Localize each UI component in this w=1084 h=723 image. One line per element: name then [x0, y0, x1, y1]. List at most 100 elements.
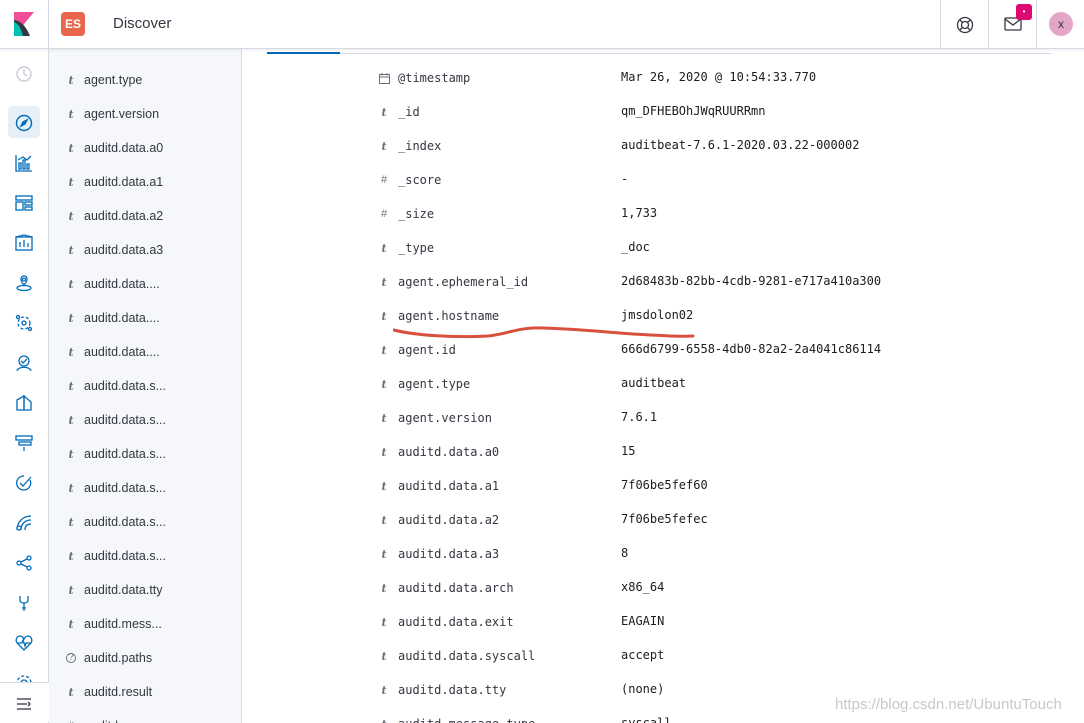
field-list-item[interactable]: t auditd.data.... — [49, 336, 241, 370]
ml-icon — [15, 314, 33, 332]
field-value: (none) — [621, 682, 665, 696]
nav-dashboard[interactable] — [0, 182, 49, 222]
user-menu-button[interactable]: x — [1036, 0, 1084, 49]
calendar-icon — [377, 72, 391, 84]
string-type-icon: t — [68, 584, 74, 597]
field-list-item[interactable]: t auditd.data.s... — [49, 438, 241, 472]
field-value: _doc — [621, 240, 650, 254]
unknown-type-icon: ? — [66, 653, 76, 663]
string-type-icon: t — [68, 618, 74, 631]
table-row[interactable]: t auditd.data.exit EAGAIN — [243, 607, 1084, 641]
table-row[interactable]: t _id qm_DFHEBOhJWqRUURRmn — [243, 97, 1084, 131]
table-row[interactable]: @timestamp Mar 26, 2020 @ 10:54:33.770 — [243, 63, 1084, 97]
table-row[interactable]: t _type _doc — [243, 233, 1084, 267]
field-name: auditd.data.a2 — [84, 209, 164, 223]
field-value: 1,733 — [621, 206, 658, 220]
string-type-icon: t — [68, 108, 74, 121]
table-row[interactable]: t auditd.data.a3 8 — [243, 539, 1084, 573]
field-list-item[interactable]: t auditd.data.s... — [49, 404, 241, 438]
nav-recent[interactable] — [0, 53, 49, 93]
tab-table-active[interactable] — [267, 52, 340, 54]
field-value: 666d6799-6558-4db0-82a2-2a4041c86114 — [621, 342, 882, 356]
string-type-icon: t — [68, 516, 74, 529]
field-name: agent.ephemeral_id — [398, 275, 529, 289]
help-icon — [956, 16, 974, 34]
field-list-item[interactable]: t auditd.mess... — [49, 608, 241, 642]
field-list-item[interactable]: t auditd.data.a2 — [49, 200, 241, 234]
string-type-icon: t — [68, 414, 74, 427]
field-list-item[interactable]: t agent.type — [49, 64, 241, 98]
table-row[interactable]: t auditd.data.a0 15 — [243, 437, 1084, 471]
field-list-item[interactable]: t auditd.data.... — [49, 302, 241, 336]
field-name: _id — [398, 105, 420, 119]
string-type-icon: t — [377, 718, 391, 723]
field-list-item[interactable]: t auditd.data.s... — [49, 540, 241, 574]
devtools-icon — [19, 596, 29, 611]
nav-canvas[interactable] — [0, 222, 49, 262]
nav-discover[interactable] — [0, 102, 49, 142]
nav-siem[interactable] — [0, 502, 49, 542]
nav-logs[interactable] — [0, 382, 49, 422]
visualize-icon — [15, 155, 32, 172]
string-type-icon: t — [381, 582, 387, 595]
nav-uptime[interactable] — [0, 462, 49, 502]
field-list-item[interactable]: t auditd.data.tty — [49, 574, 241, 608]
kibana-logo[interactable] — [0, 0, 49, 49]
compass-icon — [15, 114, 33, 132]
field-name: auditd.data.a1 — [84, 175, 164, 189]
space-avatar[interactable]: ES — [61, 12, 85, 36]
collapse-icon — [17, 698, 31, 710]
field-list-item[interactable]: t auditd.data.... — [49, 268, 241, 302]
nav-dev-tools[interactable] — [0, 582, 49, 622]
metrics-icon — [16, 355, 32, 372]
clock-icon — [16, 66, 32, 82]
nav-collapse[interactable] — [0, 682, 49, 722]
field-name: auditd.data.tty — [84, 583, 163, 597]
help-button[interactable] — [940, 0, 988, 49]
nav-visualize[interactable] — [0, 142, 49, 182]
nav-graph[interactable] — [0, 542, 49, 582]
table-row[interactable]: t agent.ephemeral_id 2d68483b-82bb-4cdb-92… — [243, 267, 1084, 301]
nav-monitoring[interactable] — [0, 622, 49, 662]
field-list-item[interactable]: t auditd.data.s... — [49, 472, 241, 506]
string-type-icon: t — [68, 74, 74, 87]
field-name: agent.hostname — [398, 309, 500, 323]
field-value: x86_64 — [621, 580, 665, 594]
field-name: auditd.data.s... — [84, 481, 167, 495]
field-list-item[interactable]: t auditd.data.a1 — [49, 166, 241, 200]
field-name: auditd.data.s... — [84, 549, 167, 563]
table-row[interactable]: t agent.type auditbeat — [243, 369, 1084, 403]
table-row[interactable]: t auditd.data.arch x86_64 — [243, 573, 1084, 607]
table-row[interactable]: t agent.version 7.6.1 — [243, 403, 1084, 437]
table-row[interactable]: t auditd.data.syscall accept — [243, 641, 1084, 675]
notification-badge: • — [1016, 4, 1032, 20]
field-list-item[interactable]: #auditd.seque... — [49, 710, 241, 723]
field-list-item[interactable]: t auditd.data.s... — [49, 370, 241, 404]
nav-machine-learning[interactable] — [0, 302, 49, 342]
nav-apm[interactable] — [0, 422, 49, 462]
field-value: 7f06be5fefec — [621, 512, 708, 526]
field-value: auditbeat-7.6.1-2020.03.22-000002 — [621, 138, 860, 152]
table-row[interactable]: t _index auditbeat-7.6.1-2020.03.22-000002 — [243, 131, 1084, 165]
field-list-item[interactable]: ? auditd.paths — [49, 642, 241, 676]
field-list-item[interactable]: t auditd.result — [49, 676, 241, 710]
table-row[interactable]: # _size 1,733 — [243, 199, 1084, 233]
table-row[interactable]: t auditd.data.a1 7f06be5fef60 — [243, 471, 1084, 505]
field-value: syscall — [621, 716, 672, 723]
field-name: auditd.data.a3 — [84, 243, 164, 257]
field-name: auditd.data.a0 — [398, 445, 500, 459]
nav-metrics[interactable] — [0, 342, 49, 382]
uptime-icon — [16, 475, 32, 491]
string-type-icon: t — [381, 310, 387, 323]
table-row[interactable]: # _score - — [243, 165, 1084, 199]
field-list-item[interactable]: t auditd.data.s... — [49, 506, 241, 540]
field-list-item[interactable]: t agent.version — [49, 98, 241, 132]
field-value: 7f06be5fef60 — [621, 478, 708, 492]
watermark: https://blog.csdn.net/UbuntuTouch — [835, 696, 1062, 713]
number-type-icon: # — [380, 208, 388, 220]
field-list-item[interactable]: t auditd.data.a0 — [49, 132, 241, 166]
table-row[interactable]: t auditd.data.a2 7f06be5fefec — [243, 505, 1084, 539]
field-list-item[interactable]: t auditd.data.a3 — [49, 234, 241, 268]
string-type-icon: t — [381, 480, 387, 493]
nav-maps[interactable] — [0, 262, 49, 302]
